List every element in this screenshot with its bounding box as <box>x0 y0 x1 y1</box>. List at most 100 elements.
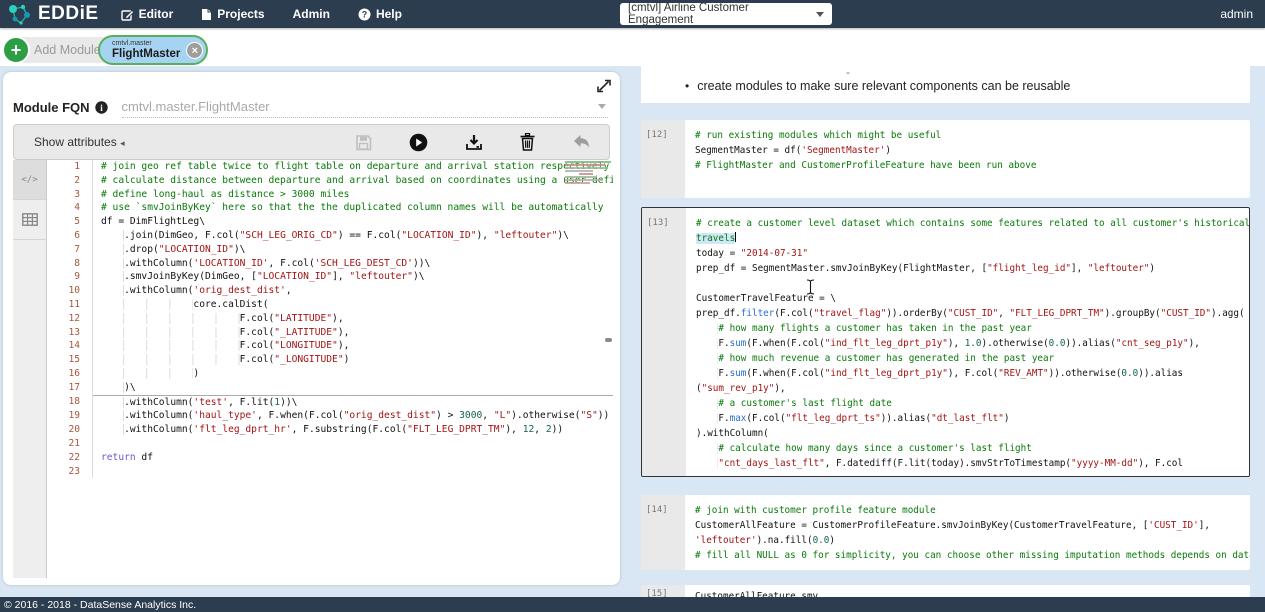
notebook-cells: [12] # run existing modules which might b… <box>641 0 1250 612</box>
close-icon[interactable]: × <box>186 42 204 59</box>
download-button[interactable] <box>465 134 483 151</box>
eddie-logo-icon <box>9 4 30 25</box>
show-attributes-toggle[interactable]: Show attributes ◂ <box>34 135 125 149</box>
project-selector[interactable]: [cmtvl] Airline Customer Engagement <box>620 2 832 26</box>
cell-execution-label: [12] <box>646 130 668 140</box>
code-line[interactable]: SegmentMaster = df('SegmentMaster') <box>695 143 1250 158</box>
line-number: 20 <box>47 423 93 437</box>
nav-item-help[interactable]: ? Help <box>346 0 414 28</box>
code-line[interactable]: 10 .withColumn('orig_dest_dist', <box>47 284 613 298</box>
nav-item-projects[interactable]: Projects <box>189 0 276 28</box>
code-line[interactable]: # a customer's last flight date <box>696 396 1249 411</box>
code-line[interactable]: 6 .join(DimGeo, F.col("SCH_LEG_ORIG_CD")… <box>47 228 613 243</box>
delete-button[interactable] <box>520 133 535 151</box>
code-line[interactable]: 17 )\ <box>47 380 613 395</box>
code-line[interactable]: F.max(F.col("flt_leg_dprt_ts")).alias("d… <box>696 411 1249 426</box>
code-line[interactable]: 13 F.col("_LATITUDE"), <box>47 325 613 340</box>
code-line[interactable]: today = "2014-07-31" <box>696 246 1249 261</box>
code-line[interactable]: 7 .drop("LOCATION_ID")\ <box>47 242 613 257</box>
code-line[interactable]: 5 df = DimFlightLeg\ <box>47 215 613 229</box>
code-line[interactable]: 1 # join geo ref table twice to flight ta… <box>47 160 613 174</box>
undo-icon <box>574 135 589 148</box>
cell-execution-label: [15] <box>646 589 668 597</box>
code-line[interactable]: 16 ) <box>47 366 613 381</box>
code-line[interactable]: 9 .smvJoinByKey(DimGeo, ["LOCATION_ID"],… <box>47 270 613 285</box>
code-line[interactable]: 11 core.calDist( <box>47 297 613 312</box>
code-line[interactable]: # create a customer level dataset which … <box>696 216 1249 231</box>
notebook-cell[interactable]: [12] # run existing modules which might b… <box>641 120 1250 198</box>
eddie-brand[interactable]: EDDiE <box>0 2 109 26</box>
code-line[interactable]: # join with customer profile feature mod… <box>695 503 1250 518</box>
editor-scroll-area: 1 # join geo ref table twice to flight ta… <box>47 160 613 578</box>
code-line[interactable]: 21 <box>47 436 613 451</box>
module-fqn-select[interactable]: cmtvl.master.FlightMaster <box>121 96 608 118</box>
notebook-cell[interactable]: [15] CustomerAllFeature.smv <box>641 585 1250 597</box>
notebook-cell[interactable]: [13] # create a customer level dataset wh… <box>641 207 1250 477</box>
question-circle-icon: ? <box>358 8 371 20</box>
code-line[interactable]: CustomerTravelFeature = \ <box>696 291 1249 306</box>
code-line[interactable]: travels <box>696 231 1249 246</box>
line-number: 12 <box>47 311 93 326</box>
line-number: 21 <box>47 436 93 451</box>
expand-icon[interactable] <box>596 78 612 94</box>
code-view-button[interactable]: </> <box>13 160 46 200</box>
copyright-text: © 2016 - 2018 - DataSense Analytics Inc. <box>4 598 197 611</box>
code-line[interactable]: 14 F.col("LONGITUDE"), <box>47 339 613 354</box>
cell-code[interactable]: # join with customer profile feature mod… <box>685 495 1250 570</box>
user-menu[interactable]: admin <box>1220 7 1253 21</box>
code-line[interactable]: 23 <box>47 464 613 479</box>
chevron-down-icon <box>598 104 606 109</box>
code-line[interactable]: ).withColumn( <box>696 426 1249 441</box>
nav-item-editor[interactable]: Editor <box>109 0 186 28</box>
save-button[interactable] <box>355 134 372 151</box>
tab-flightmaster[interactable]: cmtvl.master FlightMaster × <box>98 35 209 65</box>
code-line[interactable]: 18 .withColumn('test', F.lit(1))\ <box>47 394 613 410</box>
code-line[interactable]: ("sum_rev_p1y"), <box>696 381 1249 396</box>
editor-scrollbar-thumb[interactable] <box>605 338 612 342</box>
nav-item-admin[interactable]: Admin <box>281 0 342 28</box>
line-number: 7 <box>47 242 93 257</box>
code-line[interactable]: # how many flights a customer has taken … <box>696 321 1249 336</box>
code-line[interactable]: prep_df = SegmentMaster.smvJoinByKey(Fli… <box>696 261 1249 276</box>
cell-code[interactable]: # run existing modules which might be us… <box>685 120 1250 198</box>
code-line[interactable]: 2 # calculate distance between departure … <box>47 173 613 188</box>
notebook-cell[interactable]: [14] # join with customer profile feature… <box>641 495 1250 570</box>
code-icon: </> <box>21 174 38 185</box>
code-line[interactable]: CustomerAllFeature.smv <box>695 589 1250 597</box>
code-line[interactable]: 8 .withColumn('LOCATION_ID', F.col('SCH_… <box>47 256 613 271</box>
code-line[interactable]: 3 # define long-haul as distance > 3000 m… <box>47 187 613 202</box>
code-line[interactable]: 'leftouter').na.fill(0.0) <box>695 533 1250 548</box>
code-line[interactable]: # fill all NULL as 0 for simplicity, you… <box>695 548 1250 563</box>
cell-code[interactable]: # create a customer level dataset which … <box>686 208 1249 476</box>
code-line[interactable]: 20 .withColumn('flt_leg_dprt_hr', F.subs… <box>47 423 613 437</box>
line-number: 1 <box>47 160 93 174</box>
code-line[interactable]: CustomerAllFeature = CustomerProfileFeat… <box>695 518 1250 533</box>
cell-code[interactable]: CustomerAllFeature.smv <box>685 585 1250 597</box>
code-line[interactable] <box>696 276 1249 291</box>
cell-gutter: [12] <box>641 120 685 198</box>
line-number: 11 <box>47 297 93 312</box>
code-line[interactable]: 22 return df <box>47 450 613 465</box>
info-icon[interactable]: i <box>94 100 108 114</box>
line-number: 5 <box>47 215 93 229</box>
code-line[interactable]: 19 .withColumn('haul_type', F.when(F.col… <box>47 409 613 424</box>
run-icon <box>409 133 428 151</box>
code-line[interactable]: "cnt_days_last_flt", F.datediff(F.lit(to… <box>696 456 1249 471</box>
nav-item-label: Help <box>375 7 402 21</box>
line-number: 22 <box>47 450 93 465</box>
project-selector-value: [cmtvl] Airline Customer Engagement <box>628 2 749 26</box>
code-line[interactable]: # calculate how many days since a custom… <box>696 441 1249 456</box>
undo-button[interactable] <box>572 134 591 150</box>
plus-icon: + <box>2 36 30 64</box>
code-line[interactable]: # how much revenue a customer has genera… <box>696 351 1249 366</box>
code-line[interactable]: F.sum(F.when(F.col("ind_flt_leg_dprt_p1y… <box>696 336 1249 351</box>
code-line[interactable]: 12 F.col("LATITUDE"), <box>47 311 613 326</box>
run-button[interactable] <box>409 133 428 152</box>
code-line[interactable]: # run existing modules which might be us… <box>695 128 1250 143</box>
table-view-button[interactable] <box>13 200 46 240</box>
code-line[interactable]: 4 # use `smvJoinByKey` here so that the t… <box>47 201 613 216</box>
code-line[interactable]: F.sum(F.when(F.col("ind_flt_leg_dprt_p1y… <box>696 366 1249 381</box>
code-line[interactable]: prep_df.filter(F.col("travel_flag")).ord… <box>696 306 1249 321</box>
code-line[interactable]: 15 F.col("_LONGITUDE") <box>47 353 613 367</box>
code-line[interactable]: # FlightMaster and CustomerProfileFeatur… <box>695 158 1250 173</box>
